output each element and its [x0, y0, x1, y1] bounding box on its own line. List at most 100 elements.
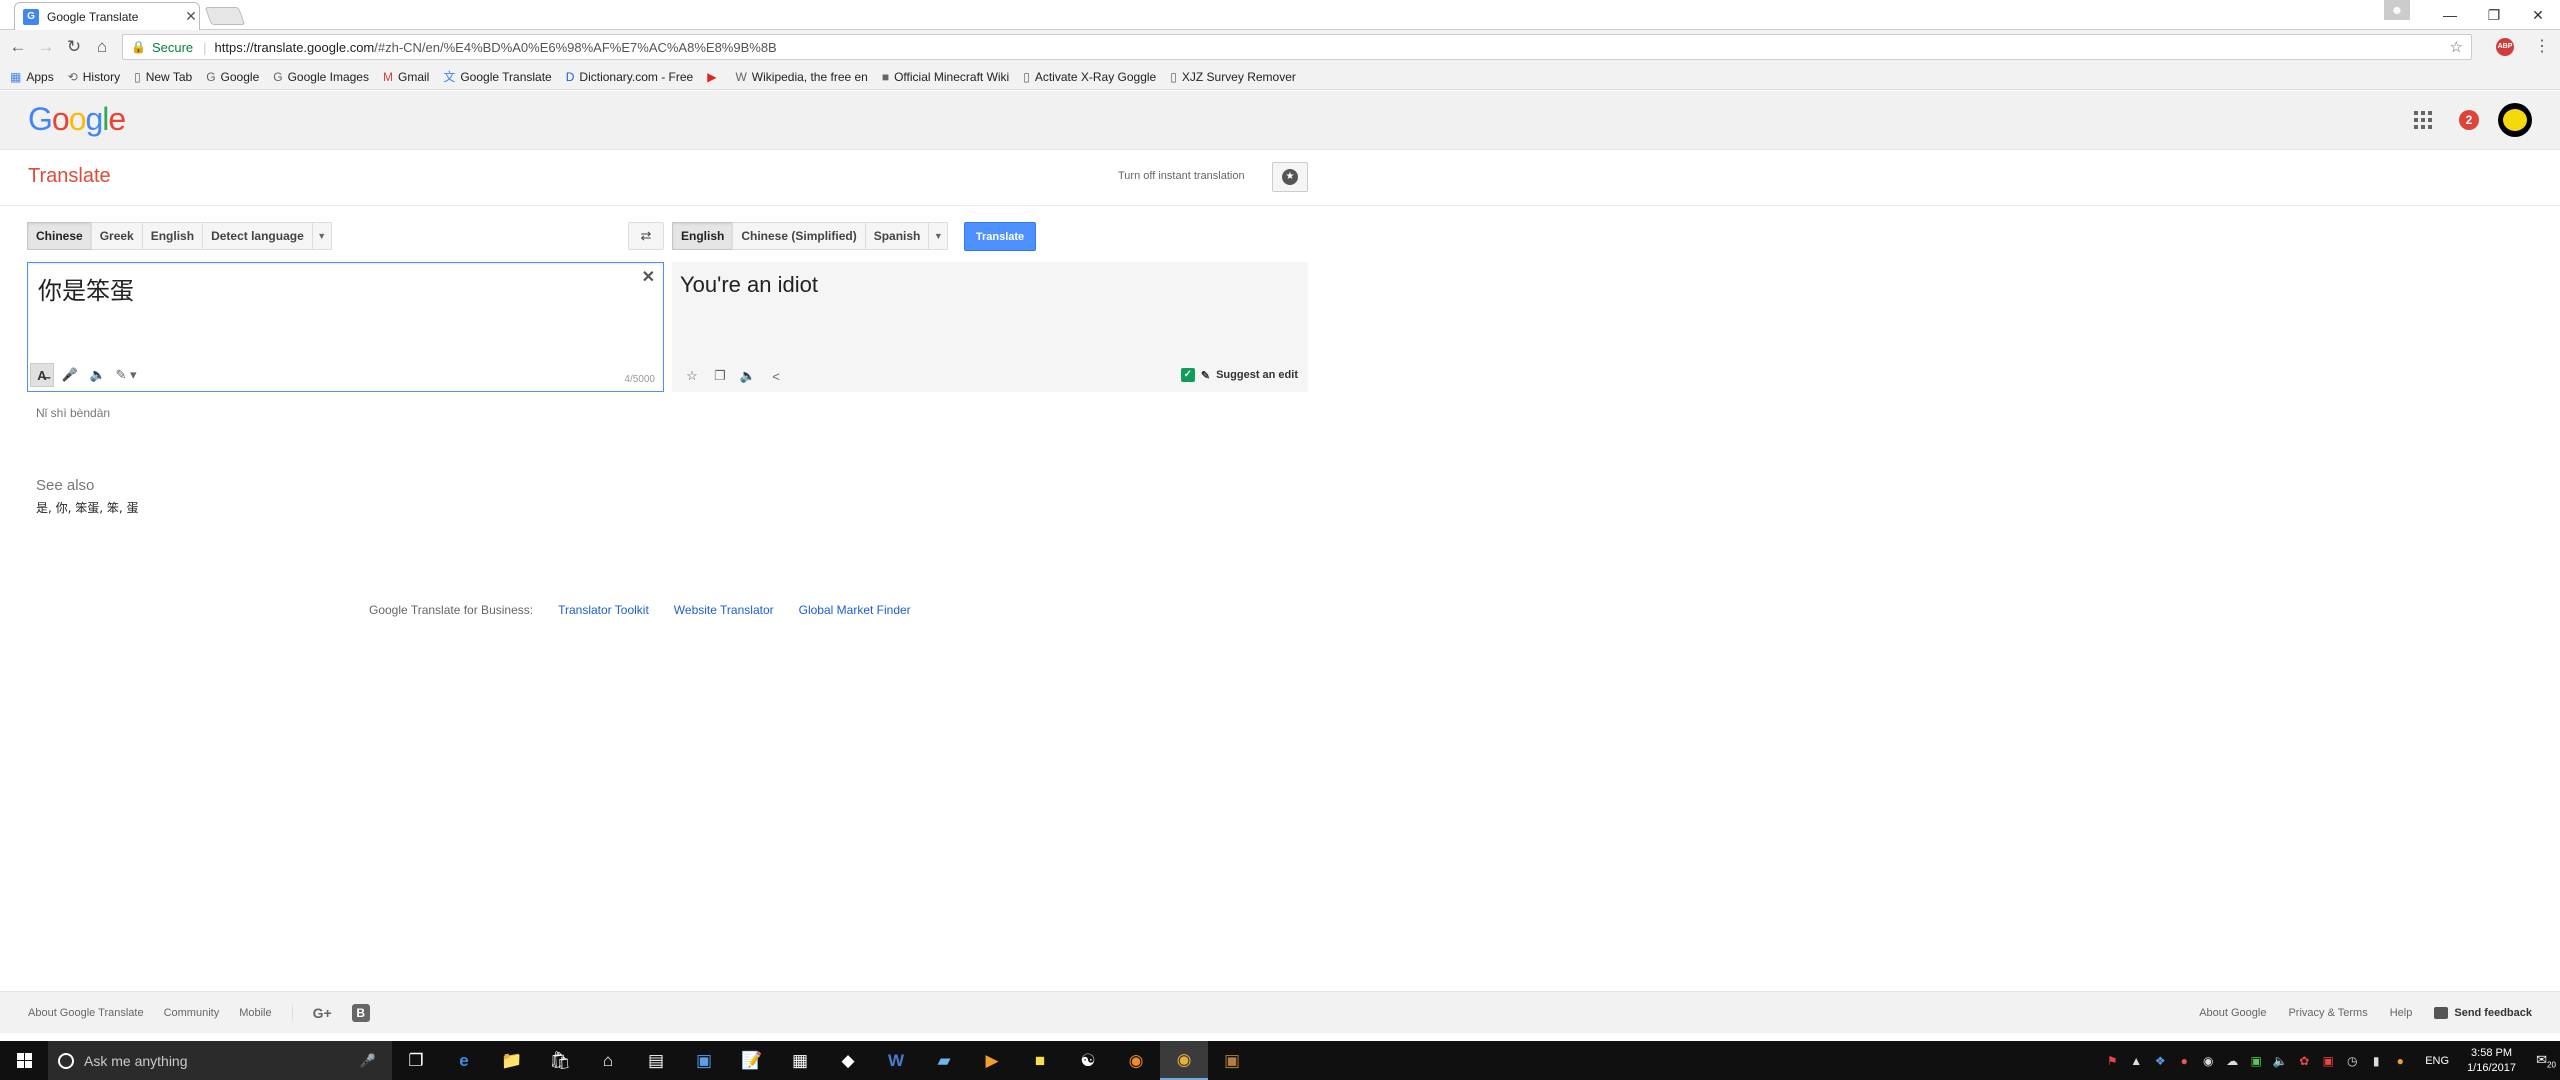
network-icon[interactable]: ◷	[2343, 1054, 2361, 1068]
minecraft-icon[interactable]: ▣	[1208, 1041, 1256, 1080]
blogger-icon[interactable]: B	[351, 1004, 370, 1022]
tray-app2-icon[interactable]: ✿	[2295, 1054, 2313, 1068]
target-lang-dropdown[interactable]: ▼	[928, 222, 949, 250]
edge-browser-icon[interactable]: e	[440, 1041, 488, 1080]
restore-button[interactable]: ❐	[2472, 7, 2516, 24]
new-tab-button[interactable]	[204, 7, 246, 25]
global-market-finder-link[interactable]: Global Market Finder	[799, 603, 911, 617]
bookmark-item[interactable]: M Gmail	[383, 70, 429, 84]
source-lang-english[interactable]: English	[141, 222, 204, 250]
microphone-icon[interactable]: 🎤	[360, 1053, 376, 1069]
source-lang-detect[interactable]: Detect language	[202, 222, 313, 250]
paint-app-icon[interactable]: ▰	[920, 1041, 968, 1080]
bookmark-item[interactable]: ▯ XJZ Survey Remover	[1170, 70, 1296, 84]
action-center-icon[interactable]: ✉20	[2532, 1052, 2560, 1070]
community-link[interactable]: Community	[164, 1007, 220, 1019]
task-view-icon[interactable]: ❐	[392, 1041, 440, 1080]
copy-icon[interactable]: ❐	[708, 364, 732, 388]
target-lang-english[interactable]: English	[672, 222, 734, 250]
tray-orange-icon[interactable]: ●	[2391, 1054, 2409, 1068]
translate-button[interactable]: Translate	[964, 222, 1036, 251]
adblock-extension-icon[interactable]: ABP	[2496, 38, 2514, 56]
file-explorer-icon[interactable]: 📁	[488, 1041, 536, 1080]
target-lang-chinese-simplified[interactable]: Chinese (Simplified)	[732, 222, 866, 250]
clear-source-icon[interactable]: ✕	[642, 267, 655, 287]
website-translator-link[interactable]: Website Translator	[674, 603, 774, 617]
source-lang-chinese[interactable]: Chinese	[27, 222, 92, 250]
tray-app3-icon[interactable]: ▣	[2319, 1054, 2337, 1068]
bookmark-item[interactable]: ▶	[707, 70, 721, 84]
game-app-icon[interactable]: ◆	[824, 1041, 872, 1080]
chrome-icon[interactable]: ◉	[1160, 1041, 1208, 1080]
bookmark-item[interactable]: ▯ Activate X-Ray Goggle	[1023, 70, 1156, 84]
browser-menu-icon[interactable]: ⋮	[2534, 36, 2550, 56]
word-icon[interactable]: W	[872, 1041, 920, 1080]
volume-icon[interactable]: 🔈	[2271, 1054, 2289, 1068]
bookmark-item[interactable]: ■ Official Minecraft Wiki	[882, 70, 1009, 84]
home-app-icon[interactable]: ⌂	[584, 1041, 632, 1080]
battery-icon[interactable]: ▮	[2367, 1054, 2385, 1068]
tray-chrome-icon[interactable]: ◉	[2199, 1054, 2217, 1068]
bookmark-item[interactable]: D Dictionary.com - Free	[566, 70, 693, 84]
about-translate-link[interactable]: About Google Translate	[28, 1007, 144, 1019]
sticky-notes-icon[interactable]: ■	[1016, 1041, 1064, 1080]
forward-arrow-icon[interactable]: →	[32, 37, 60, 57]
instant-translation-label[interactable]: Turn off instant translation	[1118, 170, 1245, 182]
tab-close-icon[interactable]: ✕	[183, 8, 199, 25]
home-icon[interactable]: ⌂	[88, 37, 116, 57]
remote-desktop-icon[interactable]: ▣	[680, 1041, 728, 1080]
help-link[interactable]: Help	[2390, 1007, 2413, 1019]
blender-icon[interactable]: ◉	[1112, 1041, 1160, 1080]
about-google-link[interactable]: About Google	[2199, 1007, 2266, 1019]
save-star-icon[interactable]: ☆	[680, 364, 704, 388]
source-text-area[interactable]: 你是笨蛋 ✕ A̶ 🎤 🔈 ✎ ▾ 4/5000	[27, 262, 664, 392]
tray-app-icon[interactable]: ⚑	[2103, 1054, 2121, 1068]
notepad-icon[interactable]: 📝	[728, 1041, 776, 1080]
bookmark-item[interactable]: W Wikipedia, the free en	[735, 70, 867, 84]
share-icon[interactable]: <	[764, 364, 788, 388]
bookmark-star-icon[interactable]: ☆	[2450, 38, 2463, 56]
bookmark-item[interactable]: G Google Images	[273, 70, 369, 84]
tray-green-icon[interactable]: ▣	[2247, 1054, 2265, 1068]
notifications-badge[interactable]: 2	[2459, 110, 2479, 130]
start-button[interactable]	[0, 1041, 48, 1080]
media-player-icon[interactable]: ▶	[968, 1041, 1016, 1080]
minimize-button[interactable]: —	[2428, 7, 2472, 23]
instant-translation-toggle[interactable]: ★	[1272, 162, 1308, 192]
suggest-edit[interactable]: ✓ ✎ Suggest an edit	[1180, 368, 1298, 382]
language-indicator[interactable]: ENG	[2425, 1055, 2449, 1067]
google-apps-grid-icon[interactable]	[2414, 111, 2432, 129]
bookmark-item[interactable]: ▦ Apps	[10, 70, 54, 84]
close-window-button[interactable]: ✕	[2516, 7, 2560, 24]
back-arrow-icon[interactable]: ←	[4, 37, 32, 57]
listen-speaker-icon[interactable]: 🔈	[736, 364, 760, 388]
bookmark-item[interactable]: 文 Google Translate	[443, 68, 551, 85]
bookmark-item[interactable]: G Google	[206, 70, 259, 84]
steam-icon[interactable]: ☯	[1064, 1041, 1112, 1080]
translation-text[interactable]: You're an idiot	[680, 272, 818, 298]
google-plus-icon[interactable]: G+	[291, 1005, 332, 1021]
cortana-search-box[interactable]: Ask me anything 🎤	[48, 1041, 392, 1080]
privacy-terms-link[interactable]: Privacy & Terms	[2288, 1007, 2367, 1019]
mobile-link[interactable]: Mobile	[239, 1007, 271, 1019]
source-lang-greek[interactable]: Greek	[90, 222, 143, 250]
avatar[interactable]	[2498, 103, 2532, 137]
bookmark-item[interactable]: ⟲ History	[68, 70, 120, 84]
see-also-words[interactable]: 是, 你, 笨蛋, 笨, 蛋	[36, 499, 139, 516]
swap-languages-button[interactable]: ⇄	[628, 222, 664, 250]
microphone-icon[interactable]: 🎤	[58, 363, 82, 387]
translator-toolkit-link[interactable]: Translator Toolkit	[558, 603, 649, 617]
target-lang-spanish[interactable]: Spanish	[864, 222, 930, 250]
tray-usb-icon[interactable]: ▲	[2127, 1054, 2145, 1068]
bookmark-item[interactable]: ▯ New Tab	[134, 70, 192, 84]
handwriting-pencil-icon[interactable]: ✎ ▾	[114, 363, 138, 387]
browser-tab[interactable]: G Google Translate ✕	[14, 2, 200, 30]
source-lang-dropdown[interactable]: ▼	[311, 222, 332, 250]
store-icon[interactable]: 🛍	[536, 1041, 584, 1080]
tray-red-icon[interactable]: ●	[2175, 1054, 2193, 1068]
calculator-icon[interactable]: ▦	[776, 1041, 824, 1080]
profile-icon[interactable]: ☻	[2384, 0, 2410, 20]
page-title[interactable]: Translate	[28, 165, 111, 188]
source-text[interactable]: 你是笨蛋	[38, 271, 134, 306]
clock[interactable]: 3:58 PM 1/16/2017	[2467, 1046, 2516, 1076]
